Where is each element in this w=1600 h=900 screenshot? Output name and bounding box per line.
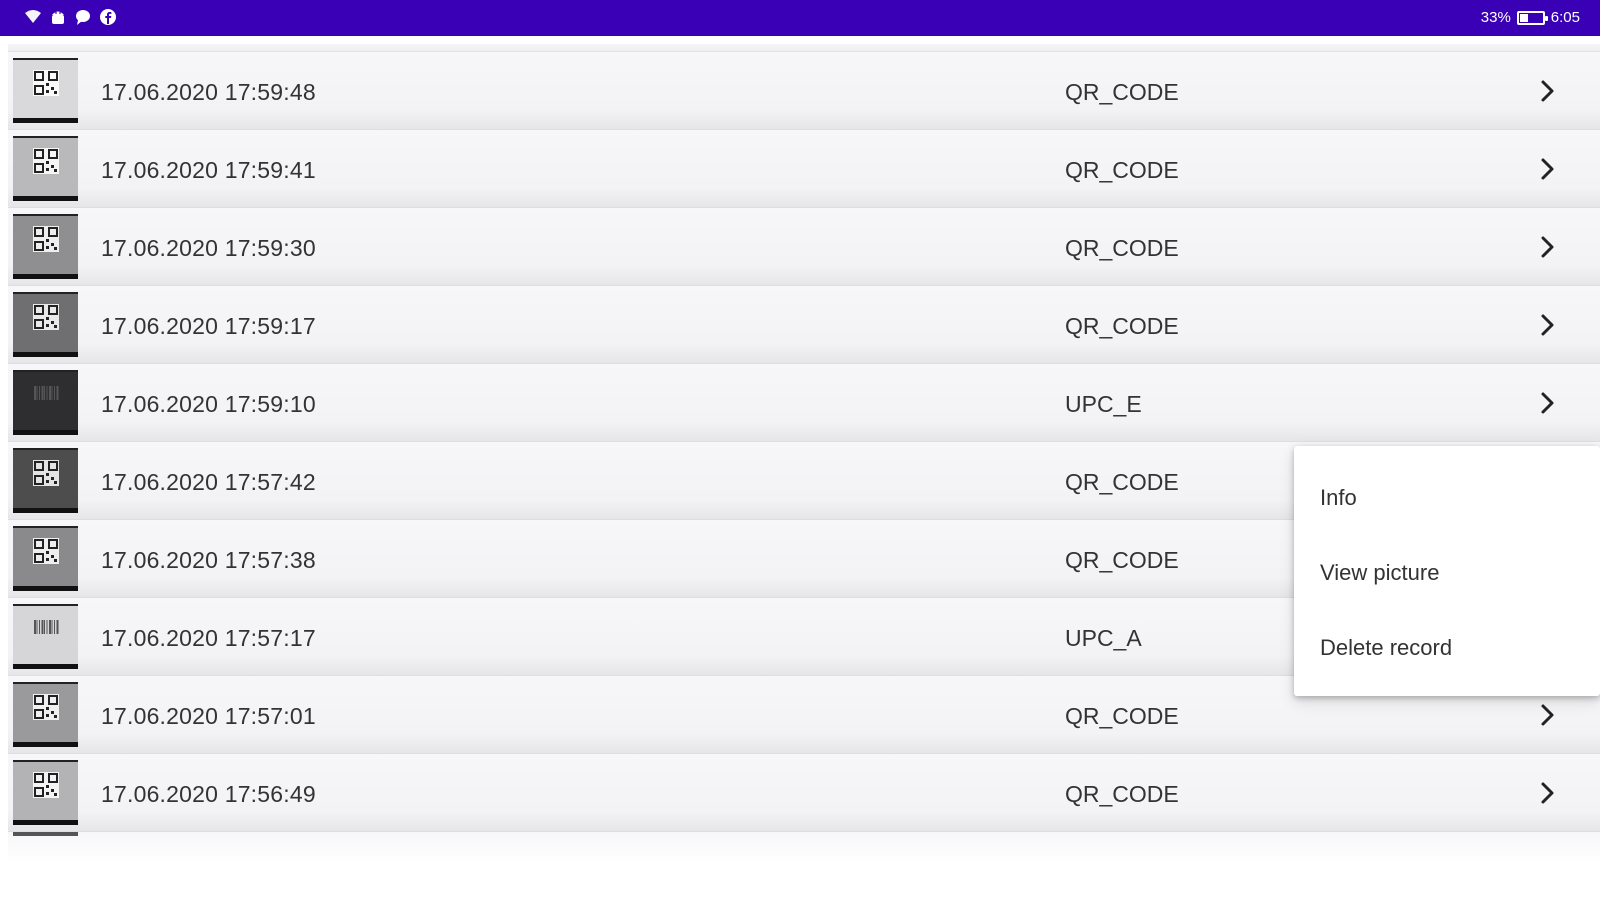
scan-datetime: 17.06.2020 17:57:38	[101, 547, 316, 573]
barcode-preview-icon	[31, 692, 61, 722]
row-context-menu: Info View picture Delete record	[1294, 446, 1600, 696]
barcode-type: UPC_A	[1065, 625, 1142, 651]
scan-datetime: 17.06.2020 17:59:10	[101, 391, 316, 417]
barcode-preview-icon	[31, 68, 61, 98]
chevron-right-icon[interactable]	[1538, 703, 1558, 727]
barcode-type: QR_CODE	[1065, 313, 1179, 339]
scan-datetime: 17.06.2020 17:57:01	[101, 703, 316, 729]
rows-container: 17.06.2020 17:59:48 QR_CODE 17.06.2020 17:…	[8, 52, 1600, 832]
history-row[interactable]: 17.06.2020 17:59:30 QR_CODE	[8, 208, 1600, 286]
list-bottom-edge	[8, 832, 1600, 862]
list-top-edge	[8, 44, 1600, 52]
scan-thumbnail	[13, 292, 78, 357]
scan-thumbnail	[13, 58, 78, 123]
history-row[interactable]: 17.06.2020 17:59:41 QR_CODE	[8, 130, 1600, 208]
facebook-icon	[99, 8, 117, 26]
history-row[interactable]: 17.06.2020 17:59:10 UPC_E	[8, 364, 1600, 442]
message-icon	[74, 8, 92, 26]
scan-thumbnail	[13, 136, 78, 201]
wifi-icon	[24, 8, 42, 26]
chevron-right-icon[interactable]	[1538, 781, 1558, 805]
barcode-preview-icon	[31, 458, 61, 488]
barcode-preview-icon	[31, 380, 61, 410]
battery-icon	[1516, 10, 1548, 25]
barcode-preview-icon	[31, 224, 61, 254]
barcode-preview-icon	[31, 302, 61, 332]
partial-row-thumbnail	[13, 832, 78, 836]
barcode-type: QR_CODE	[1065, 79, 1179, 105]
scan-datetime: 17.06.2020 17:57:42	[101, 469, 316, 495]
battery-level-fill	[1519, 13, 1528, 22]
scan-thumbnail	[13, 370, 78, 435]
barcode-type: QR_CODE	[1065, 235, 1179, 261]
scan-thumbnail	[13, 682, 78, 747]
barcode-preview-icon	[31, 614, 61, 644]
history-row[interactable]: 17.06.2020 17:59:48 QR_CODE	[8, 52, 1600, 130]
barcode-type: QR_CODE	[1065, 547, 1179, 573]
chevron-right-icon[interactable]	[1538, 157, 1558, 181]
scan-datetime: 17.06.2020 17:59:17	[101, 313, 316, 339]
status-right: 33% 6:05	[1481, 9, 1580, 26]
scan-datetime: 17.06.2020 17:59:48	[101, 79, 316, 105]
history-row[interactable]: 17.06.2020 17:59:17 QR_CODE	[8, 286, 1600, 364]
barcode-preview-icon	[31, 146, 61, 176]
scan-thumbnail	[13, 214, 78, 279]
menu-item-info[interactable]: Info	[1294, 460, 1600, 535]
android-icon	[49, 8, 67, 26]
status-bar: 33% 6:05	[0, 0, 1600, 36]
clock: 6:05	[1550, 9, 1580, 26]
scan-datetime: 17.06.2020 17:59:41	[101, 157, 316, 183]
chevron-right-icon[interactable]	[1538, 391, 1558, 415]
chevron-right-icon[interactable]	[1538, 313, 1558, 337]
menu-item-delete-record[interactable]: Delete record	[1294, 610, 1600, 685]
chevron-right-icon[interactable]	[1538, 235, 1558, 259]
barcode-type: UPC_E	[1065, 391, 1142, 417]
scan-datetime: 17.06.2020 17:59:30	[101, 235, 316, 261]
chevron-right-icon[interactable]	[1538, 79, 1558, 103]
notification-icons	[24, 8, 117, 26]
barcode-preview-icon	[31, 536, 61, 566]
barcode-type: QR_CODE	[1065, 781, 1179, 807]
battery-percent: 33%	[1480, 9, 1511, 26]
barcode-type: QR_CODE	[1065, 703, 1179, 729]
scan-thumbnail	[13, 604, 78, 669]
barcode-preview-icon	[31, 770, 61, 800]
scan-thumbnail	[13, 526, 78, 591]
scan-thumbnail	[13, 760, 78, 825]
menu-item-view-picture[interactable]: View picture	[1294, 535, 1600, 610]
barcode-type: QR_CODE	[1065, 469, 1179, 495]
scan-datetime: 17.06.2020 17:56:49	[101, 781, 316, 807]
scan-datetime: 17.06.2020 17:57:17	[101, 625, 316, 651]
barcode-type: QR_CODE	[1065, 157, 1179, 183]
scan-thumbnail	[13, 448, 78, 513]
history-row[interactable]: 17.06.2020 17:56:49 QR_CODE	[8, 754, 1600, 832]
